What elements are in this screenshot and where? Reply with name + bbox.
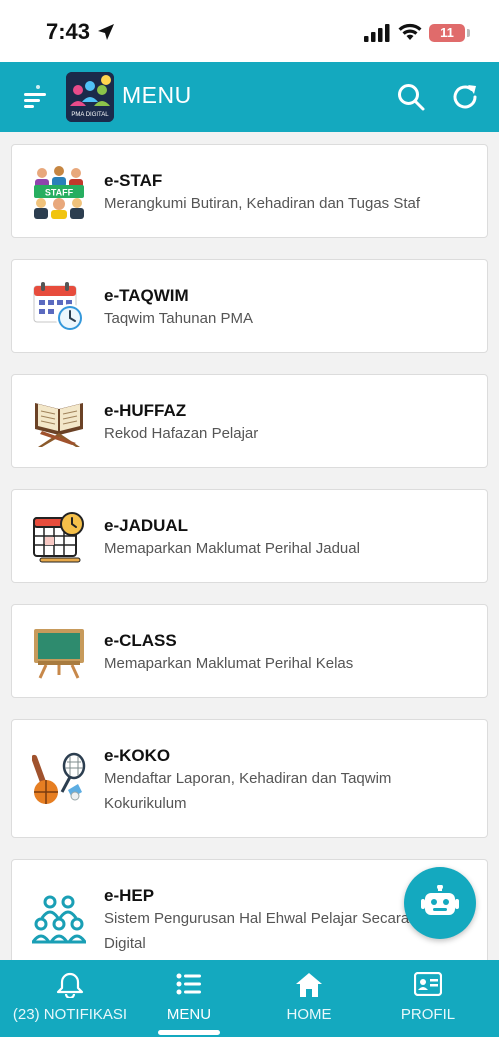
bell-icon	[56, 972, 84, 998]
location-arrow-icon	[98, 24, 114, 40]
students-group-icon	[32, 895, 86, 944]
nav-item-home[interactable]: HOME	[258, 960, 360, 1037]
nav-label: PROFIL	[400, 1006, 456, 1023]
staff-badge-text: STAFF	[45, 188, 74, 198]
menu-item-subtitle: Taqwim Tahunan PMA	[104, 310, 253, 327]
nav-label: HOME	[286, 1006, 332, 1023]
refresh-icon[interactable]	[449, 81, 481, 113]
battery-level: 11	[440, 25, 454, 40]
bottom-navigation: (23) NOTIFIKASI MENU HOME PROFIL	[0, 960, 499, 1037]
list-icon	[176, 973, 201, 995]
hamburger-menu-icon[interactable]	[22, 84, 50, 110]
status-time: 7:43	[46, 19, 91, 44]
battery-tip	[467, 29, 470, 37]
sports-icon	[32, 752, 86, 804]
menu-list: STAFF e-STAF Merangkumi Butiran, Kehadir…	[0, 132, 499, 960]
menu-item-e-jadual[interactable]: e-JADUAL Memaparkan Maklumat Perihal Jad…	[11, 489, 488, 583]
timetable-icon	[33, 512, 84, 563]
menu-item-title: e-HUFFAZ	[104, 401, 187, 420]
menu-item-title: e-KOKO	[104, 746, 171, 765]
nav-item-menu[interactable]: MENU	[140, 960, 238, 1037]
menu-item-e-staf[interactable]: STAFF e-STAF Merangkumi Butiran, Kehadir…	[11, 144, 488, 238]
search-icon[interactable]	[396, 82, 426, 112]
staff-icon: STAFF	[34, 166, 84, 219]
nav-label: (23) NOTIFIKASI	[12, 1006, 128, 1023]
page-title: MENU	[122, 82, 192, 108]
menu-item-e-class[interactable]: e-CLASS Memaparkan Maklumat Perihal Kela…	[11, 604, 488, 698]
nav-label: MENU	[166, 1006, 212, 1023]
menu-item-title: e-JADUAL	[104, 516, 189, 535]
menu-item-subtitle: Memaparkan Maklumat Perihal Kelas	[104, 655, 354, 672]
battery-indicator: 11	[429, 24, 465, 42]
menu-item-subtitle: Rekod Hafazan Pelajar	[104, 425, 259, 442]
chatbot-button[interactable]	[404, 867, 476, 939]
app-header: PMA DIGITAL MENU	[0, 62, 499, 132]
nav-active-indicator	[158, 1030, 220, 1035]
menu-item-e-huffaz[interactable]: e-HUFFAZ Rekod Hafazan Pelajar	[11, 374, 488, 468]
menu-item-title: e-CLASS	[104, 631, 177, 650]
home-icon	[296, 973, 322, 997]
menu-item-title: e-STAF	[104, 171, 163, 190]
menu-item-e-koko[interactable]: e-KOKO Mendaftar Laporan, Kehadiran dan …	[11, 719, 488, 838]
id-card-icon	[414, 972, 442, 996]
quran-book-icon	[35, 403, 83, 447]
calendar-clock-icon	[33, 282, 84, 332]
menu-item-title: e-TAQWIM	[104, 286, 189, 305]
chalkboard-icon	[34, 629, 84, 679]
wifi-icon	[398, 23, 422, 40]
nav-item-profil[interactable]: PROFIL	[378, 960, 478, 1037]
robot-icon	[421, 885, 459, 915]
menu-item-subtitle: Merangkumi Butiran, Kehadiran dan Tugas …	[104, 195, 421, 212]
nav-item-notifikasi[interactable]: (23) NOTIFIKASI	[0, 960, 140, 1037]
menu-item-subtitle: Sistem Pengurusan Hal Ehwal Pelajar Seca…	[104, 910, 410, 952]
menu-item-e-taqwim[interactable]: e-TAQWIM Taqwim Tahunan PMA	[11, 259, 488, 353]
logo-text: PMA DIGITAL	[71, 112, 109, 118]
menu-item-subtitle: Mendaftar Laporan, Kehadiran dan Taqwim …	[104, 770, 392, 812]
logo-people-icon: PMA DIGITAL	[66, 72, 114, 122]
status-bar: 7:43 11	[0, 0, 499, 62]
app-logo: PMA DIGITAL	[66, 72, 114, 122]
menu-item-title: e-HEP	[104, 886, 155, 905]
cellular-signal-icon	[364, 24, 390, 42]
menu-item-subtitle: Memaparkan Maklumat Perihal Jadual	[104, 540, 360, 557]
